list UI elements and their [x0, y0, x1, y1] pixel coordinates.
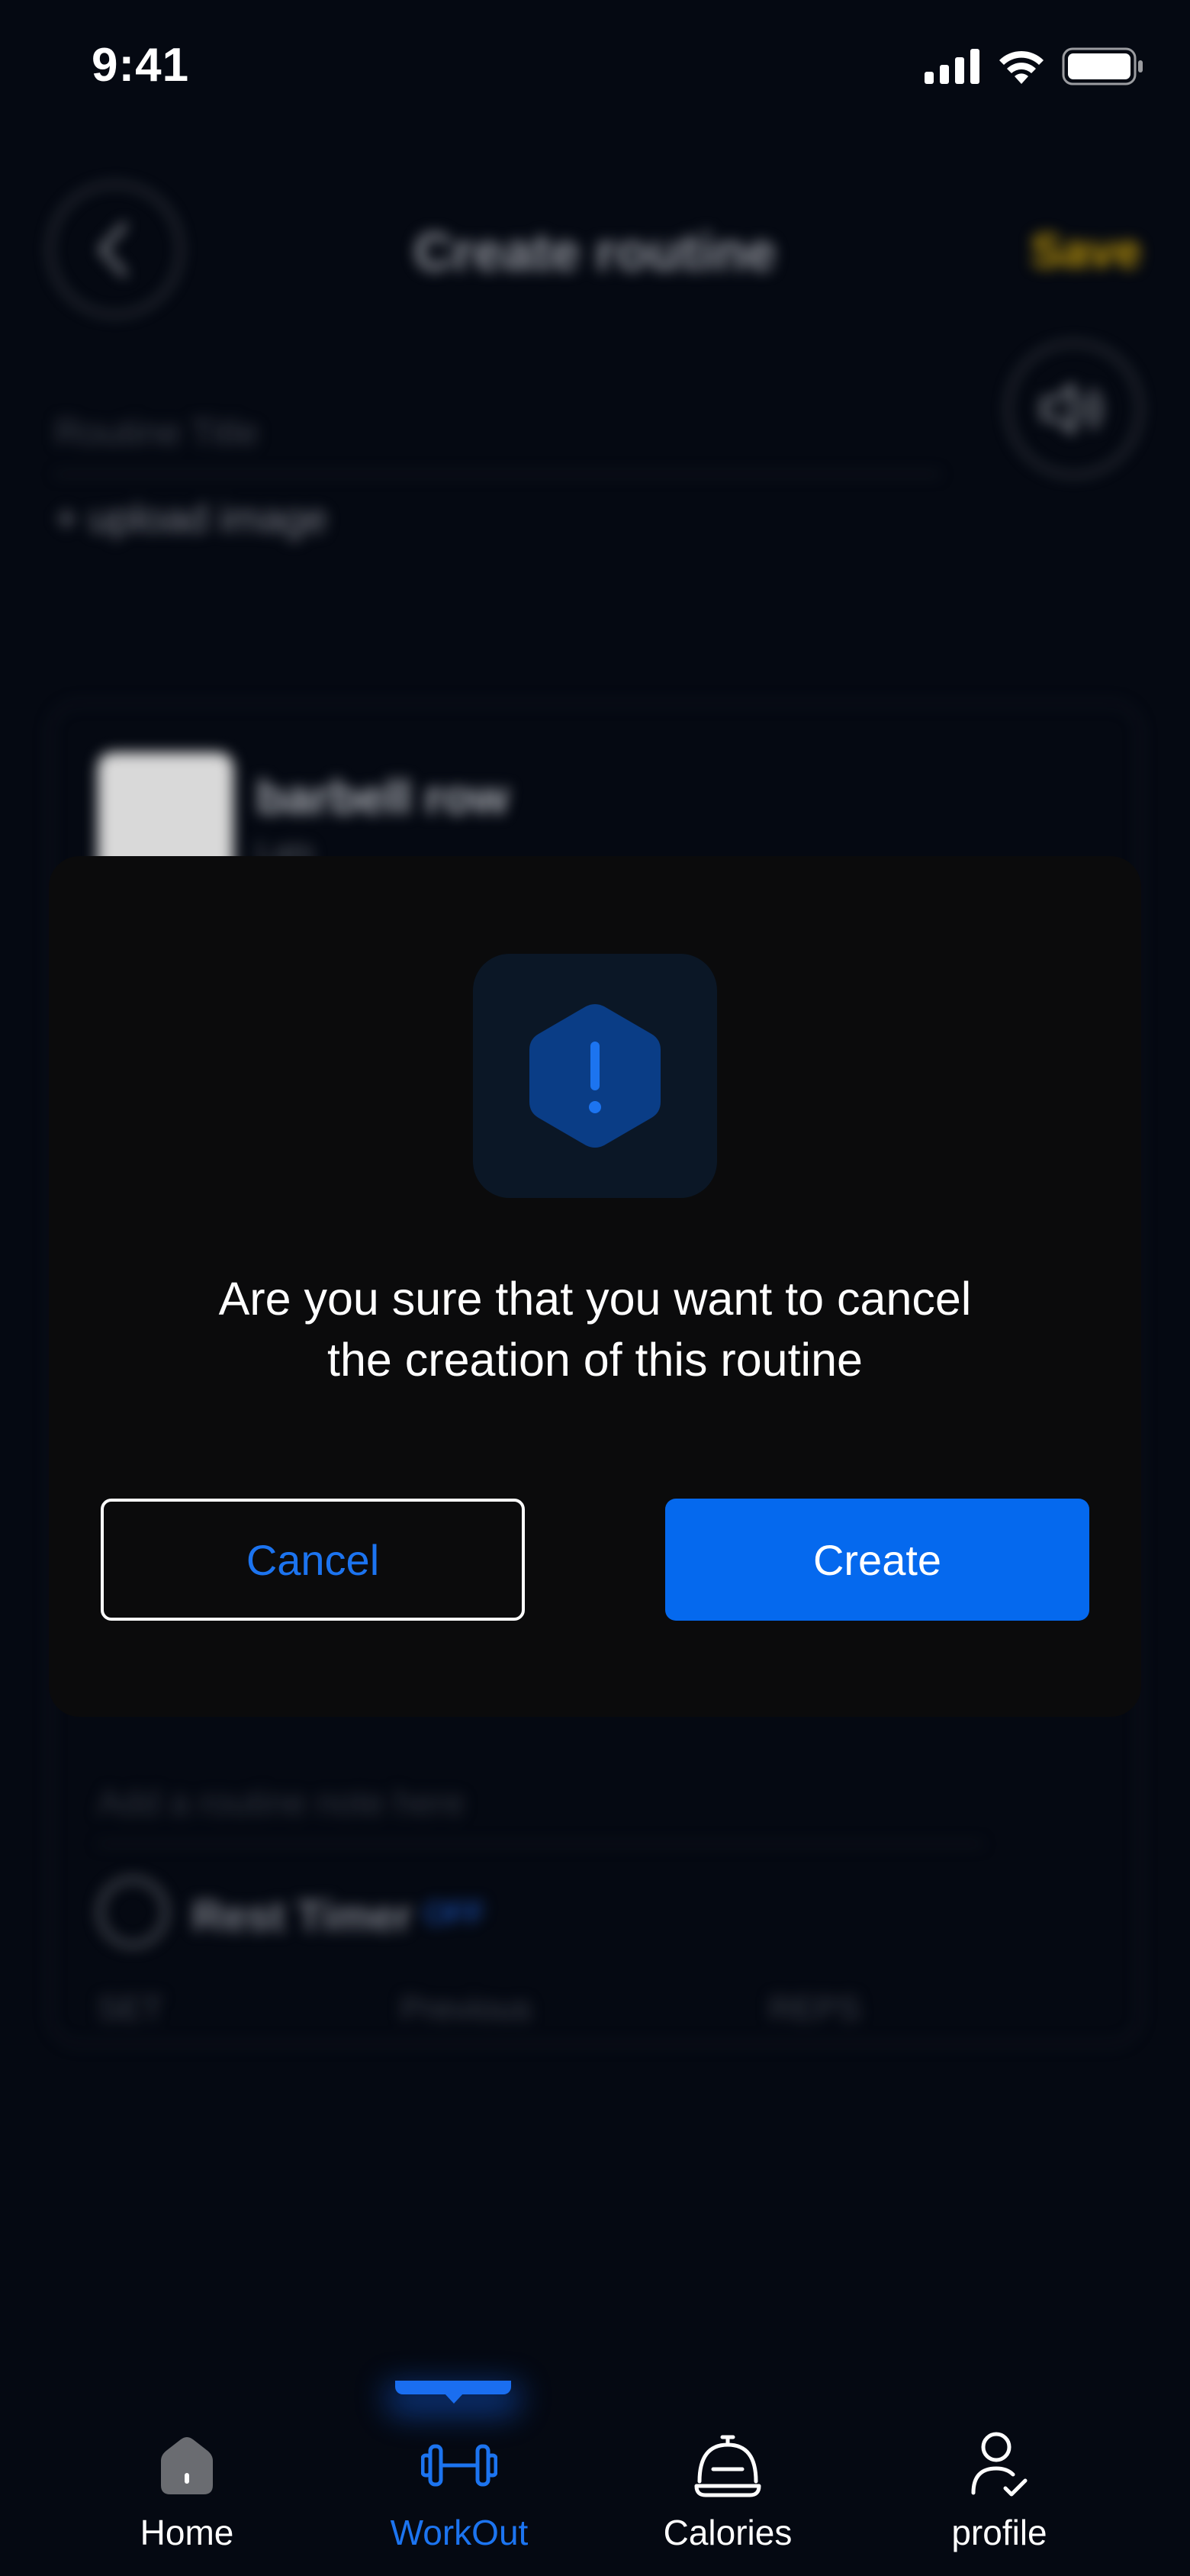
dialog-message-line: the creation of this routine [327, 1334, 863, 1386]
home-icon [161, 2437, 213, 2494]
confirm-dialog: Are you sure that you want to cancel the… [49, 856, 1141, 1717]
nav-item-calories[interactable]: Calories [629, 2423, 827, 2576]
routine-title-field[interactable]: Routine Title [55, 412, 259, 454]
exercise-name: barbell row [256, 771, 509, 824]
nav-item-profile[interactable]: profile [900, 2423, 1098, 2576]
nav-item-home[interactable]: Home [88, 2423, 286, 2576]
save-button[interactable]: Save [1031, 224, 1141, 279]
divider [55, 473, 940, 475]
column-header: Previous [400, 1990, 532, 2027]
upload-image-link[interactable]: + upload image [55, 496, 327, 542]
nav-label: profile [951, 2513, 1047, 2552]
alert-tile [473, 954, 717, 1198]
dumbbell-icon [421, 2444, 497, 2487]
rest-timer-label[interactable]: Rest Timer [192, 1891, 412, 1940]
nav-label: Calories [663, 2513, 793, 2552]
cancel-button[interactable]: Cancel [101, 1499, 525, 1621]
nav-item-workout[interactable]: WorkOut [360, 2423, 558, 2576]
create-button[interactable]: Create [665, 1499, 1089, 1621]
divider [98, 1843, 983, 1845]
profile-icon [971, 2432, 1028, 2497]
page-title: Create routine [413, 222, 777, 282]
nav-label: Home [140, 2513, 234, 2552]
rest-timer-value: OFF [424, 1897, 485, 1930]
column-header: SET [98, 1990, 163, 2027]
dialog-message: Are you sure that you want to cancel the… [110, 1268, 1080, 1390]
sound-button[interactable] [1007, 342, 1141, 476]
cloche-icon [694, 2435, 761, 2497]
timer-icon [98, 1877, 168, 1947]
dialog-message-line: Are you sure that you want to cancel [218, 1273, 972, 1325]
column-header: REPS [769, 1990, 860, 2027]
bottom-nav: Home WorkOut Calories profile [0, 2350, 1190, 2576]
active-tab-pointer [444, 2393, 464, 2404]
speaker-icon [1041, 384, 1102, 434]
routine-note-field[interactable]: Add a routine note here [98, 1782, 465, 1823]
nav-label: WorkOut [390, 2513, 529, 2552]
alert-hexagon-icon [529, 1004, 661, 1148]
set-table-header: SET Previous REPS [98, 1990, 860, 2028]
